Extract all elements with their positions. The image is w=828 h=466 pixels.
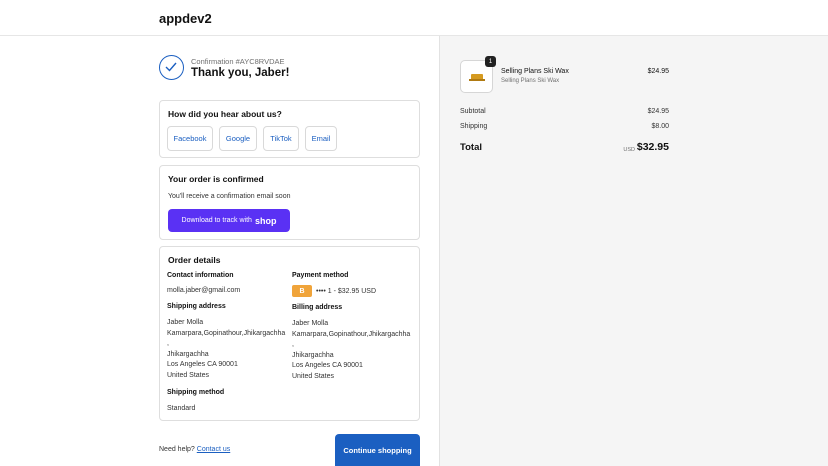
product-price: $24.95 [647, 68, 669, 75]
header: appdev2 [0, 0, 828, 36]
subtotal-label: Subtotal [460, 108, 486, 115]
survey-option-google[interactable]: Google [219, 126, 257, 151]
survey-title: How did you hear about us? [168, 109, 282, 119]
shop-logo: shop [254, 215, 277, 226]
contact-email: molla.jaber@gmail.com [167, 287, 241, 294]
survey-card: How did you hear about us? Facebook Goog… [159, 100, 420, 158]
billing-address-line: United States [292, 372, 335, 380]
billing-address-line: Kamarpara,Gopinathour,Jhikargachha [292, 330, 411, 338]
payment-method-label: Payment method [292, 272, 349, 279]
payment-value: •••• 1 - $32.95 USD [316, 288, 376, 295]
billing-address-line: Jaber Molla [292, 320, 329, 327]
order-confirmed-text: You'll receive a confirmation email soon [168, 193, 291, 200]
shipping-address-line: Jhikargachha [167, 350, 209, 358]
total-currency: USD [623, 147, 635, 153]
product-name: Selling Plans Ski Wax [501, 68, 569, 75]
shipping-value: $8.00 [651, 123, 669, 130]
continue-shopping-button[interactable]: Continue shopping [335, 434, 420, 466]
billing-address: Jaber Molla Kamarpara,Gopinathour,Jhikar… [292, 319, 410, 382]
survey-option-tiktok[interactable]: TikTok [263, 126, 299, 151]
total-value: $32.95 [636, 141, 669, 153]
shop-name[interactable]: appdev2 [159, 11, 212, 26]
survey-option-facebook[interactable]: Facebook [167, 126, 213, 151]
shipping-address: Jaber Molla Kamarpara,Gopinathour,Jhikar… [167, 318, 285, 381]
quantity-badge: 1 [485, 56, 496, 67]
product-variant: Selling Plans Ski Wax [501, 78, 560, 84]
thank-you-heading: Thank you, Jaber! [191, 67, 290, 79]
shop-track-label: Download to track with [181, 217, 252, 224]
need-help: Need help? Contact us [159, 446, 230, 453]
shipping-address-line: Kamarpara,Gopinathour,Jhikargachha [167, 329, 286, 337]
wax-bar-base [469, 79, 485, 81]
shipping-address-line: Los Angeles CA 90001 [167, 361, 238, 368]
order-confirmed-title: Your order is confirmed [168, 174, 264, 184]
survey-option-email[interactable]: Email [305, 126, 337, 151]
shipping-address-label: Shipping address [167, 303, 226, 310]
total-label: Total [460, 142, 482, 153]
contact-us-link[interactable]: Contact us [197, 446, 230, 453]
shipping-address-line: Jaber Molla [167, 319, 204, 326]
check-circle-icon [159, 55, 184, 80]
billing-address-line: Los Angeles CA 90001 [292, 362, 363, 369]
order-details-title: Order details [168, 255, 221, 265]
billing-address-line: Jhikargachha [292, 351, 334, 359]
order-details-card: Order details Contact information molla.… [159, 246, 420, 421]
shipping-method-value: Standard [167, 405, 196, 412]
billing-address-line: , [292, 341, 294, 348]
contact-info-label: Contact information [167, 272, 234, 279]
shipping-label: Shipping [460, 123, 488, 130]
confirmation-number: Confirmation #AYC8RVDAE [191, 57, 285, 66]
shipping-address-line: United States [167, 371, 210, 379]
order-confirmed-card: Your order is confirmed You'll receive a… [159, 165, 420, 240]
billing-address-label: Billing address [292, 304, 343, 311]
need-help-label: Need help? [159, 446, 195, 453]
order-summary-pane [439, 36, 828, 466]
shipping-address-line: , [167, 340, 169, 347]
shipping-method-label: Shipping method [167, 389, 225, 396]
shop-track-button[interactable]: Download to track with shop [168, 209, 290, 232]
subtotal-value: $24.95 [647, 108, 669, 115]
payment-card-icon: B [292, 285, 312, 297]
